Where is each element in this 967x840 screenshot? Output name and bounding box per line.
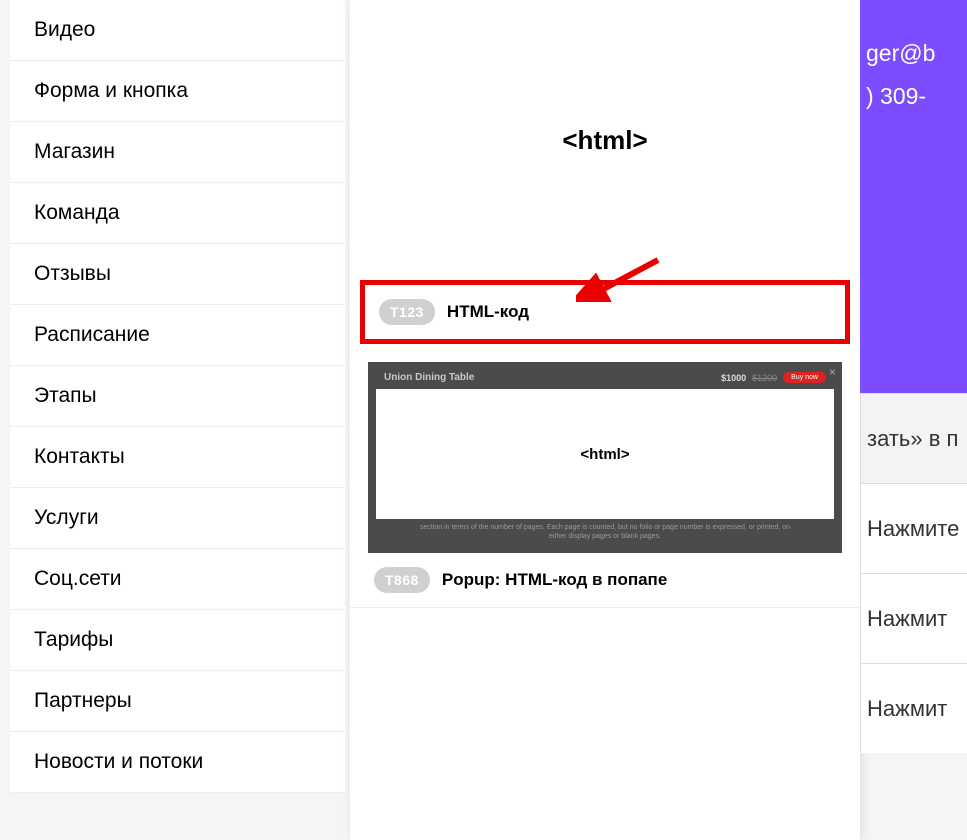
header-email-fragment: ger@b <box>866 40 961 67</box>
page-cell[interactable]: Нажмите <box>860 483 967 573</box>
page-background-right: ger@b ) 309- <box>860 0 967 393</box>
page-cell[interactable]: зать» в п <box>860 393 967 483</box>
sidebar-item-video[interactable]: Видео <box>10 0 345 61</box>
block-title: Popup: HTML-код в попапе <box>442 570 667 590</box>
sidebar-item-partners[interactable]: Партнеры <box>10 671 345 732</box>
popup-inner: <html> <box>376 389 834 519</box>
sidebar-item-social[interactable]: Соц.сети <box>10 549 345 610</box>
popup-footer-text: section in terms of the number of pages.… <box>376 519 834 541</box>
popup-price: $1000 <box>721 373 746 383</box>
sidebar-item-team[interactable]: Команда <box>10 183 345 244</box>
block-item-t123[interactable]: T123 HTML-код <box>360 280 850 344</box>
popup-preview-title: Union Dining Table <box>384 372 474 383</box>
page-cells-right: зать» в п Нажмите Нажмит Нажмит <box>860 393 967 753</box>
sidebar-item-news[interactable]: Новости и потоки <box>10 732 345 793</box>
block-preview-html[interactable]: <html> <box>350 0 860 280</box>
content-panel: <html> T123 HTML-код × Union Dining Tabl… <box>350 0 860 840</box>
html-tag-icon: <html> <box>580 446 629 463</box>
block-badge: T123 <box>379 299 435 325</box>
popup-preview-right: $1000 $1200 Buy now <box>721 372 826 383</box>
sidebar: Видео Форма и кнопка Магазин Команда Отз… <box>10 0 345 793</box>
sidebar-item-shop[interactable]: Магазин <box>10 122 345 183</box>
page-cell[interactable]: Нажмит <box>860 663 967 753</box>
html-tag-icon: <html> <box>562 125 647 156</box>
page-cell[interactable]: Нажмит <box>860 573 967 663</box>
block-title: HTML-код <box>447 302 529 322</box>
sidebar-item-schedule[interactable]: Расписание <box>10 305 345 366</box>
close-icon[interactable]: × <box>829 365 836 379</box>
sidebar-item-pricing[interactable]: Тарифы <box>10 610 345 671</box>
buy-button[interactable]: Buy now <box>783 372 826 383</box>
sidebar-item-steps[interactable]: Этапы <box>10 366 345 427</box>
sidebar-item-contacts[interactable]: Контакты <box>10 427 345 488</box>
block-badge: T868 <box>374 567 430 593</box>
header-phone-fragment: ) 309- <box>866 83 961 110</box>
sidebar-item-reviews[interactable]: Отзывы <box>10 244 345 305</box>
block-item-t868[interactable]: T868 Popup: HTML-код в попапе <box>350 553 860 608</box>
popup-price-old: $1200 <box>752 373 777 383</box>
block-preview-popup[interactable]: × Union Dining Table $1000 $1200 Buy now… <box>368 362 842 553</box>
sidebar-item-services[interactable]: Услуги <box>10 488 345 549</box>
sidebar-item-form[interactable]: Форма и кнопка <box>10 61 345 122</box>
popup-preview-header: Union Dining Table $1000 $1200 Buy now <box>376 370 834 389</box>
